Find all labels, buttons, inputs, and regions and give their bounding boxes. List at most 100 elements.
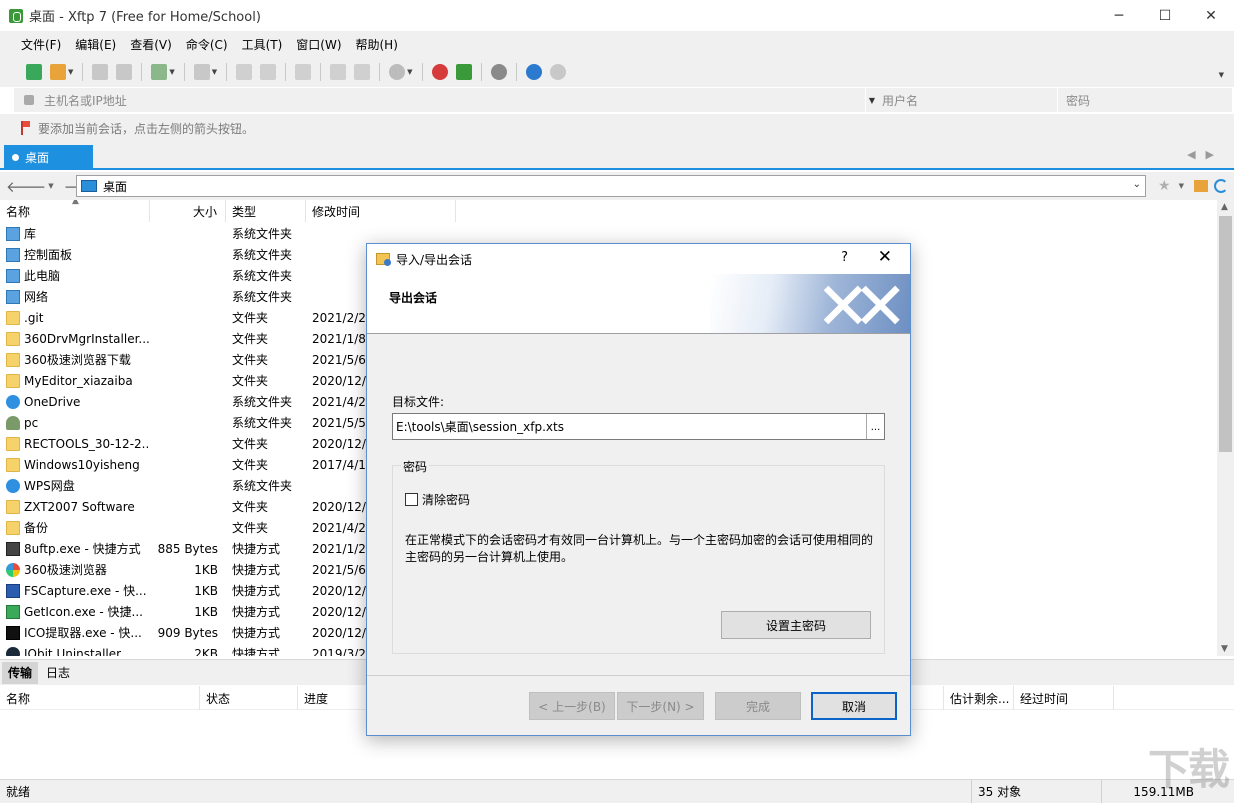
- file-modified: 2021/2/24: [306, 311, 366, 325]
- target-file-input[interactable]: E:\tools\桌面\session_xfp.xts ...: [392, 413, 885, 440]
- close-button[interactable]: ✕: [1188, 0, 1234, 31]
- next-button[interactable]: 下一步(N) >: [617, 692, 704, 720]
- user-icon: [6, 416, 20, 430]
- tab-log[interactable]: 日志: [40, 662, 76, 684]
- menu-window[interactable]: 窗口(W): [289, 36, 348, 53]
- tab-transfer[interactable]: 传输: [2, 662, 38, 684]
- file-row[interactable]: Windows10yisheng文件夹2017/4/10: [0, 454, 366, 475]
- transfer-col-name[interactable]: 名称: [0, 686, 200, 710]
- help-button[interactable]: ?: [841, 250, 848, 265]
- chevron-down-icon[interactable]: ⌄: [1133, 179, 1141, 190]
- back-arrow-icon[interactable]: 🡐: [6, 177, 46, 196]
- column-name[interactable]: 名称 ▲: [0, 200, 150, 222]
- transfer-col-status[interactable]: 状态: [200, 686, 298, 710]
- chevron-down-icon[interactable]: ▼: [1179, 182, 1184, 190]
- chevron-down-icon[interactable]: ▼: [48, 182, 53, 190]
- browse-button[interactable]: ...: [866, 414, 884, 439]
- menu-help[interactable]: 帮助(H): [349, 36, 405, 53]
- gear-icon[interactable]: [491, 64, 507, 80]
- chevron-down-icon[interactable]: ▼: [169, 68, 174, 76]
- file-row[interactable]: FSCapture.exe - 快...1KB快捷方式2020/12/: [0, 580, 366, 601]
- menu-file[interactable]: 文件(F): [14, 36, 68, 53]
- file-row[interactable]: GetIcon.exe - 快捷...1KB快捷方式2020/12/: [0, 601, 366, 622]
- file-row[interactable]: 此电脑系统文件夹: [0, 265, 366, 286]
- refresh-icon[interactable]: [1214, 179, 1228, 193]
- column-size[interactable]: 大小: [150, 200, 226, 222]
- file-row[interactable]: RECTOOLS_30-12-2...文件夹2020/12/: [0, 433, 366, 454]
- menu-edit[interactable]: 编辑(E): [68, 36, 123, 53]
- transfer-col-elapsed[interactable]: 经过时间: [1014, 686, 1114, 710]
- new-tab-icon[interactable]: [151, 64, 167, 80]
- file-row[interactable]: 备份文件夹2021/4/20: [0, 517, 366, 538]
- clear-password-checkbox[interactable]: [405, 493, 418, 506]
- file-row[interactable]: 库系统文件夹: [0, 223, 366, 244]
- finish-button[interactable]: 完成: [715, 692, 801, 720]
- file-icon[interactable]: [236, 64, 252, 80]
- new-session-icon[interactable]: [26, 64, 42, 80]
- minimize-button[interactable]: ─: [1096, 0, 1142, 31]
- file-row[interactable]: OneDrive系统文件夹2021/4/29: [0, 391, 366, 412]
- menu-command[interactable]: 命令(C): [179, 36, 235, 53]
- username-input[interactable]: 用户名: [874, 88, 1058, 112]
- scroll-up-icon[interactable]: ▲: [1221, 202, 1228, 212]
- globe-icon[interactable]: [389, 64, 405, 80]
- file-row[interactable]: 360DrvMgrInstaller...文件夹2021/1/8,: [0, 328, 366, 349]
- transfer-col-remaining[interactable]: 估计剩余...: [944, 686, 1014, 710]
- file-row[interactable]: pc系统文件夹2021/5/5,: [0, 412, 366, 433]
- xftp-icon[interactable]: [456, 64, 472, 80]
- column-modified[interactable]: 修改时间: [306, 200, 456, 222]
- password-input[interactable]: 密码: [1058, 88, 1228, 112]
- file-row[interactable]: IObit Uninstaller2KB快捷方式2019/3/27: [0, 643, 366, 656]
- path-input[interactable]: 桌面 ⌄: [76, 175, 1146, 197]
- open-folder-icon[interactable]: [50, 64, 66, 80]
- toolbar-divider: [184, 63, 185, 81]
- file-row[interactable]: .git文件夹2021/2/24: [0, 307, 366, 328]
- scrollbar-thumb[interactable]: [1219, 216, 1232, 452]
- host-input[interactable]: 主机名或IP地址 ▼: [14, 88, 866, 112]
- help-icon[interactable]: [526, 64, 542, 80]
- maximize-button[interactable]: ☐: [1142, 0, 1188, 31]
- chat-icon[interactable]: [550, 64, 566, 80]
- file-row[interactable]: 网络系统文件夹: [0, 286, 366, 307]
- star-icon[interactable]: ★: [1158, 178, 1171, 194]
- file-copy-icon[interactable]: [260, 64, 276, 80]
- disconnect-icon[interactable]: [116, 64, 132, 80]
- cancel-button[interactable]: 取消: [811, 692, 897, 720]
- menu-tools[interactable]: 工具(T): [235, 36, 290, 53]
- transfer-icon[interactable]: [295, 64, 311, 80]
- chevron-down-icon[interactable]: ▼: [68, 68, 73, 76]
- file-row[interactable]: 控制面板系统文件夹: [0, 244, 366, 265]
- file-row[interactable]: MyEditor_xiazaiba文件夹2020/12/: [0, 370, 366, 391]
- copy-icon[interactable]: [330, 64, 346, 80]
- tab-desktop[interactable]: 桌面: [4, 145, 93, 170]
- file-type: 文件夹: [226, 351, 306, 368]
- file-row[interactable]: 360极速浏览器1KB快捷方式2021/5/6,: [0, 559, 366, 580]
- file-row[interactable]: WPS网盘系统文件夹: [0, 475, 366, 496]
- set-master-password-button[interactable]: 设置主密码: [721, 611, 871, 639]
- file-row[interactable]: ICO提取器.exe - 快...909 Bytes快捷方式2020/12/: [0, 622, 366, 643]
- column-type[interactable]: 类型: [226, 200, 306, 222]
- chevron-down-icon[interactable]: ▼: [407, 68, 412, 76]
- scroll-down-icon[interactable]: ▼: [1221, 644, 1228, 654]
- file-list-scrollbar[interactable]: ▲ ▼: [1217, 200, 1234, 656]
- home-icon[interactable]: [1194, 180, 1208, 192]
- file-row[interactable]: 8uftp.exe - 快捷方式885 Bytes快捷方式2021/1/2: [0, 538, 366, 559]
- clear-password-option[interactable]: 清除密码: [405, 491, 470, 508]
- chevron-down-icon[interactable]: ▼: [212, 68, 217, 76]
- file-type: 快捷方式: [226, 645, 306, 656]
- file-row[interactable]: ZXT2007 Software文件夹2020/12/: [0, 496, 366, 517]
- back-button[interactable]: < 上一步(B): [529, 692, 615, 720]
- flag-icon[interactable]: [20, 121, 30, 135]
- xshell-icon[interactable]: [432, 64, 448, 80]
- paste-icon[interactable]: [354, 64, 370, 80]
- file-row[interactable]: 360极速浏览器下载文件夹2021/5/6,: [0, 349, 366, 370]
- menu-view[interactable]: 查看(V): [123, 36, 179, 53]
- file-type: 系统文件夹: [226, 414, 306, 431]
- tab-scroll-icon[interactable]: ◀▶: [1187, 148, 1224, 161]
- dialog-banner: 导出会话 ✕✕: [367, 274, 910, 334]
- connect-icon[interactable]: [92, 64, 108, 80]
- chevron-down-icon[interactable]: ▼: [869, 96, 875, 105]
- dialog-close-button[interactable]: ✕: [878, 247, 892, 267]
- terminal-icon[interactable]: [194, 64, 210, 80]
- toolbar-overflow-icon[interactable]: ▼: [1219, 71, 1224, 79]
